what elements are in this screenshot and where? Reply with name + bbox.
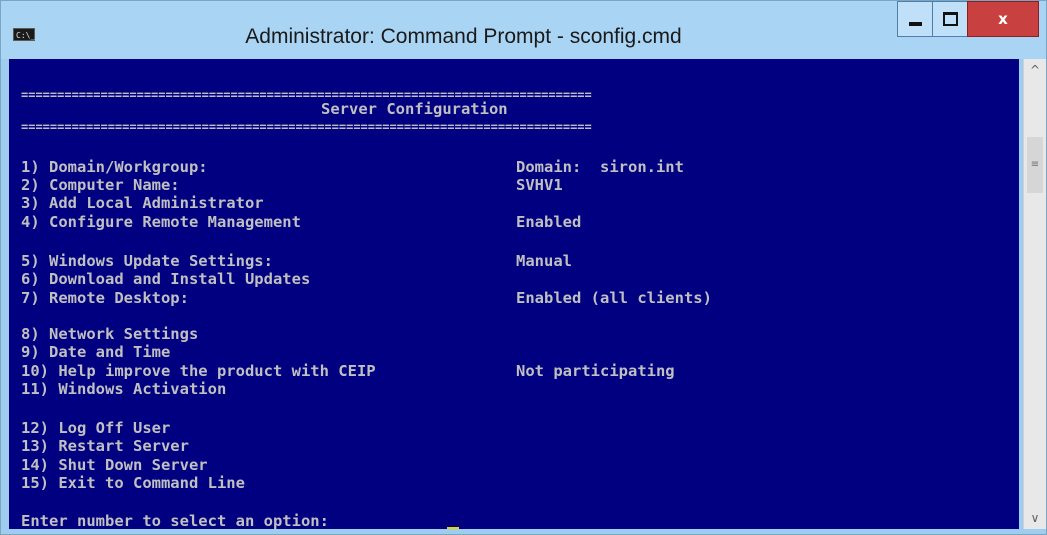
close-button[interactable]: x: [967, 1, 1039, 37]
option-windows-update-value: Manual: [516, 252, 572, 270]
separator-line: ========================================…: [21, 120, 592, 134]
option-download-install-updates: 6) Download and Install Updates: [21, 270, 311, 288]
option-windows-update-settings: 5) Windows Update Settings:: [21, 252, 273, 270]
option-shut-down-server: 14) Shut Down Server: [21, 456, 208, 474]
option-remote-desktop-value: Enabled (all clients): [516, 289, 712, 307]
option-restart-server: 13) Restart Server: [21, 437, 189, 455]
maximize-icon: [942, 12, 958, 26]
minimize-icon: [908, 22, 922, 26]
grip-icon: ≡: [1030, 159, 1040, 170]
option-computer-name-value: SVHV1: [516, 176, 563, 194]
close-icon: x: [998, 10, 1008, 28]
console-output[interactable]: ========================================…: [9, 59, 1019, 529]
title-bar[interactable]: C:\_ Administrator: Command Prompt - sco…: [1, 1, 1046, 59]
command-prompt-window: C:\_ Administrator: Command Prompt - sco…: [0, 0, 1047, 535]
option-windows-activation: 11) Windows Activation: [21, 380, 227, 398]
minimize-button[interactable]: [897, 1, 933, 37]
maximize-button[interactable]: [932, 1, 968, 37]
vertical-scrollbar[interactable]: ^ ≡ ∨: [1023, 59, 1046, 529]
option-network-settings: 8) Network Settings: [21, 325, 199, 343]
scrollbar-thumb[interactable]: ≡: [1027, 137, 1043, 193]
option-ceip-value: Not participating: [516, 362, 675, 380]
option-remote-management-value: Enabled: [516, 213, 582, 231]
option-log-off-user: 12) Log Off User: [21, 419, 171, 437]
option-computer-name: 2) Computer Name:: [21, 176, 180, 194]
input-prompt: Enter number to select an option:: [21, 512, 339, 529]
text-cursor[interactable]: [447, 527, 459, 529]
option-domain-value: Domain: siron.int: [516, 158, 684, 176]
option-date-time: 9) Date and Time: [21, 343, 171, 361]
console-header: Server Configuration: [321, 100, 508, 118]
option-domain-workgroup: 1) Domain/Workgroup:: [21, 158, 208, 176]
chevron-up-icon[interactable]: ^: [1024, 59, 1046, 81]
option-exit-command-line: 15) Exit to Command Line: [21, 474, 245, 492]
window-title: Administrator: Command Prompt - sconfig.…: [245, 25, 682, 48]
option-remote-management: 4) Configure Remote Management: [21, 213, 301, 231]
option-ceip: 10) Help improve the product with CEIP: [21, 362, 376, 380]
chevron-down-icon[interactable]: ∨: [1024, 507, 1046, 529]
option-remote-desktop: 7) Remote Desktop:: [21, 289, 189, 307]
option-add-local-admin: 3) Add Local Administrator: [21, 194, 264, 212]
